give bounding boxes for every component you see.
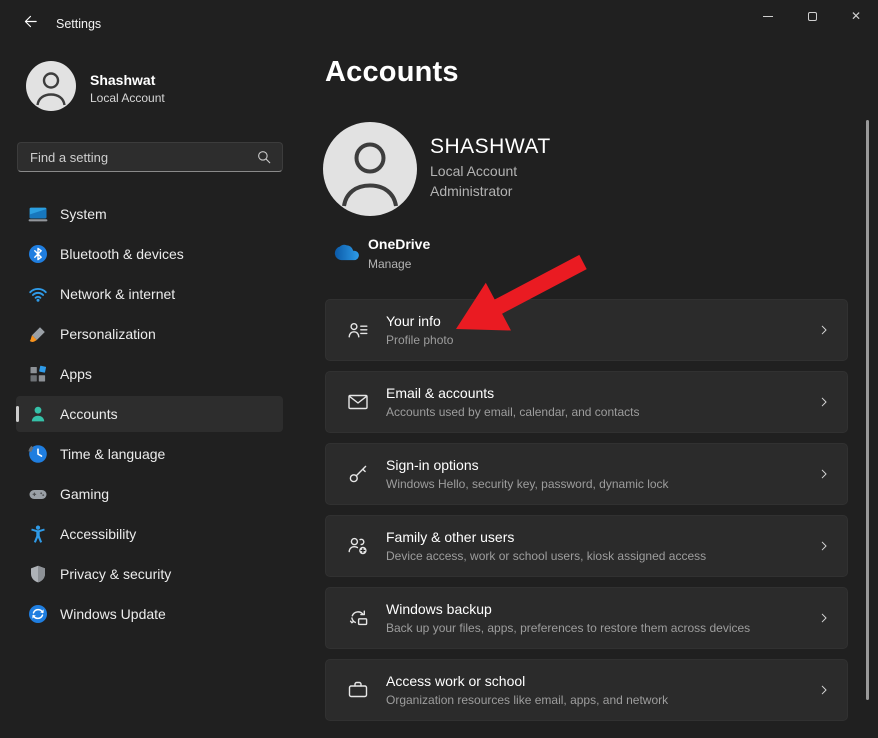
sidebar-item-label: Accessibility: [60, 526, 136, 542]
close-button[interactable]: ✕: [834, 0, 878, 32]
row-your-info[interactable]: Your info Profile photo: [325, 299, 848, 361]
row-title: Email & accounts: [386, 385, 817, 401]
sidebar-item-label: Apps: [60, 366, 92, 382]
windows-update-icon: [28, 604, 48, 624]
accessibility-icon: [28, 524, 48, 544]
apps-icon: [28, 364, 48, 384]
sidebar-avatar: [26, 61, 76, 116]
email-icon: [346, 390, 370, 414]
sidebar-item-label: Time & language: [60, 446, 165, 462]
row-text: Email & accounts Accounts used by email,…: [386, 385, 817, 419]
sidebar-item-label: Privacy & security: [60, 566, 171, 582]
chevron-right-icon: [817, 467, 831, 481]
accounts-icon: [28, 404, 48, 424]
sidebar-item-label: Windows Update: [60, 606, 166, 622]
row-title: Sign-in options: [386, 457, 817, 473]
chevron-right-icon: [817, 395, 831, 409]
account-role: Administrator: [430, 183, 512, 199]
backup-sync-icon: [346, 606, 370, 630]
network-icon: [28, 284, 48, 304]
sidebar-item-windows-update[interactable]: Windows Update: [16, 596, 283, 632]
row-subtitle: Accounts used by email, calendar, and co…: [386, 405, 817, 419]
row-subtitle: Device access, work or school users, kio…: [386, 549, 817, 563]
close-icon: ✕: [851, 10, 861, 22]
account-type: Local Account: [430, 163, 517, 179]
row-signin-options[interactable]: Sign-in options Windows Hello, security …: [325, 443, 848, 505]
sidebar-item-accounts[interactable]: Accounts: [16, 396, 283, 432]
sidebar-item-label: System: [60, 206, 107, 222]
sidebar-user-name: Shashwat: [90, 72, 155, 88]
row-subtitle: Organization resources like email, apps,…: [386, 693, 817, 707]
sidebar-item-personalization[interactable]: Personalization: [16, 316, 283, 352]
sidebar-item-network-internet[interactable]: Network & internet: [16, 276, 283, 312]
onedrive-title: OneDrive: [368, 236, 430, 252]
back-arrow-icon: [22, 13, 39, 35]
row-subtitle: Back up your files, apps, preferences to…: [386, 621, 817, 635]
account-avatar: [323, 122, 417, 221]
sidebar-item-bluetooth-devices[interactable]: Bluetooth & devices: [16, 236, 283, 272]
back-button[interactable]: [12, 7, 48, 41]
row-subtitle: Profile photo: [386, 333, 817, 347]
search-box: [17, 142, 283, 172]
sidebar-user-subtitle: Local Account: [90, 91, 165, 105]
sidebar-item-accessibility[interactable]: Accessibility: [16, 516, 283, 552]
system-icon: [28, 204, 48, 224]
onedrive-manage-link[interactable]: Manage: [368, 257, 411, 271]
sidebar-item-label: Gaming: [60, 486, 109, 502]
gaming-icon: [28, 484, 48, 504]
sidebar-item-system[interactable]: System: [16, 196, 283, 232]
sidebar-item-label: Accounts: [60, 406, 118, 422]
account-name: SHASHWAT: [430, 135, 551, 159]
row-windows-backup[interactable]: Windows backup Back up your files, apps,…: [325, 587, 848, 649]
row-text: Your info Profile photo: [386, 313, 817, 347]
selected-indicator: [16, 406, 19, 422]
search-input[interactable]: [18, 150, 256, 165]
row-title: Access work or school: [386, 673, 817, 689]
chevron-right-icon: [817, 683, 831, 697]
time-language-icon: [28, 444, 48, 464]
row-email-accounts[interactable]: Email & accounts Accounts used by email,…: [325, 371, 848, 433]
personalization-icon: [28, 324, 48, 344]
family-users-icon: [346, 534, 370, 558]
sidebar-item-label: Network & internet: [60, 286, 175, 302]
minimize-button[interactable]: [746, 0, 790, 32]
row-text: Windows backup Back up your files, apps,…: [386, 601, 817, 635]
vertical-scrollbar[interactable]: [866, 120, 869, 700]
chevron-right-icon: [817, 611, 831, 625]
signin-key-icon: [346, 462, 370, 486]
app-title: Settings: [56, 17, 101, 31]
bluetooth-icon: [28, 244, 48, 264]
briefcase-icon: [346, 678, 370, 702]
row-text: Family & other users Device access, work…: [386, 529, 817, 563]
chevron-right-icon: [817, 323, 831, 337]
your-info-icon: [346, 318, 370, 342]
sidebar-item-label: Personalization: [60, 326, 156, 342]
row-text: Access work or school Organization resou…: [386, 673, 817, 707]
sidebar-item-apps[interactable]: Apps: [16, 356, 283, 392]
search-icon[interactable]: [256, 149, 272, 165]
row-access-work-school[interactable]: Access work or school Organization resou…: [325, 659, 848, 721]
titlebar: Settings ✕: [0, 0, 878, 48]
row-family-other-users[interactable]: Family & other users Device access, work…: [325, 515, 848, 577]
chevron-right-icon: [817, 539, 831, 553]
maximize-button[interactable]: [790, 0, 834, 32]
sidebar-item-gaming[interactable]: Gaming: [16, 476, 283, 512]
page-title: Accounts: [325, 56, 459, 89]
minimize-icon: [763, 16, 773, 17]
row-text: Sign-in options Windows Hello, security …: [386, 457, 817, 491]
sidebar-item-privacy-security[interactable]: Privacy & security: [16, 556, 283, 592]
privacy-icon: [28, 564, 48, 584]
row-subtitle: Windows Hello, security key, password, d…: [386, 477, 817, 491]
row-title: Family & other users: [386, 529, 817, 545]
window-controls: ✕: [746, 0, 878, 32]
row-title: Windows backup: [386, 601, 817, 617]
maximize-icon: [808, 12, 817, 21]
row-title: Your info: [386, 313, 817, 329]
sidebar-item-label: Bluetooth & devices: [60, 246, 184, 262]
sidebar-item-time-language[interactable]: Time & language: [16, 436, 283, 472]
onedrive-icon: [334, 242, 364, 267]
